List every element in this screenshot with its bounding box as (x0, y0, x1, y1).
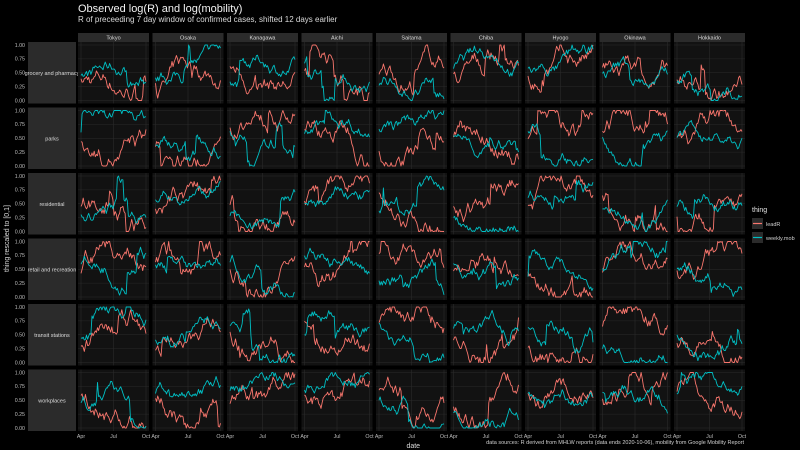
facet-strip-label: workplaces (37, 398, 66, 404)
y-tick-label: 1.00 (15, 370, 25, 376)
facet-strip-label: Hokkaido (698, 36, 721, 42)
facet-strip-label: retail and recreation (28, 267, 77, 273)
y-tick-label: 1.00 (15, 239, 25, 245)
y-tick-label: 0.75 (15, 57, 25, 63)
y-tick-label: 0.50 (15, 71, 25, 77)
y-tick-label: 0.75 (15, 384, 25, 390)
y-tick-label: 0.75 (15, 122, 25, 128)
y-tick-label: 0.75 (15, 188, 25, 194)
x-tick-label: Oct (440, 434, 449, 440)
facet-plot: Tokyo Osaka Kanagawa Aichi Saitama Chiba Hyogo… (4, 33, 795, 450)
y-tick-label: 0.25 (15, 281, 25, 287)
facet-strip-label: Kanagawa (250, 36, 277, 42)
x-tick-label: Apr (226, 434, 234, 440)
x-tick-label: Oct (365, 434, 374, 440)
facet-strip-label: parks (45, 136, 59, 142)
x-tick-label: Apr (449, 434, 457, 440)
y-tick-label: 1.00 (15, 174, 25, 180)
y-tick-label: 0.75 (15, 319, 25, 325)
legend-label: leadR (766, 222, 780, 228)
facet-strip-label: Okinawa (624, 36, 646, 42)
facet-strip-label: residential (39, 202, 64, 208)
legend-label: weekly.mob (765, 236, 795, 242)
chart-caption: data sources: R derived from MHLW report… (486, 440, 744, 446)
x-axis-title: date (406, 443, 420, 450)
y-tick-label: 0.25 (15, 412, 25, 418)
y-tick-label: 0.00 (15, 426, 25, 432)
x-tick-label: Jul (334, 434, 341, 440)
y-tick-label: 0.25 (15, 84, 25, 90)
x-tick-label: Jul (110, 434, 117, 440)
legend-title: thing (752, 207, 767, 214)
y-tick-label: 0.00 (15, 360, 25, 366)
y-tick-label: 0.50 (15, 136, 25, 142)
y-tick-label: 0.25 (15, 346, 25, 352)
y-tick-label: 0.25 (15, 215, 25, 221)
x-tick-label: Oct (142, 434, 151, 440)
facet-strip-label: Chiba (479, 36, 494, 42)
facet-strip-label: grocery and pharmacy (25, 71, 80, 77)
x-tick-label: Oct (291, 434, 300, 440)
facet-strip-label: Aichi (331, 36, 343, 42)
y-tick-label: 0.00 (15, 164, 25, 170)
y-axis-title: thing rescaled to [0,1] (4, 205, 11, 272)
facet-strip-label: transit stations (34, 333, 70, 339)
facet-strip-label: Osaka (180, 36, 197, 42)
y-tick-label: 1.00 (15, 305, 25, 311)
y-tick-label: 0.00 (15, 295, 25, 301)
x-tick-label: Apr (77, 434, 85, 440)
y-tick-label: 0.00 (15, 98, 25, 104)
facet-strip-label: Saitama (401, 36, 422, 42)
x-tick-label: Apr (151, 434, 159, 440)
y-tick-label: 0.75 (15, 253, 25, 259)
y-tick-label: 0.25 (15, 150, 25, 156)
y-tick-label: 0.50 (15, 202, 25, 208)
x-tick-label: Jul (185, 434, 192, 440)
x-tick-label: Apr (375, 434, 383, 440)
x-tick-label: Oct (216, 434, 225, 440)
x-tick-label: Jul (408, 434, 415, 440)
y-tick-label: 0.50 (15, 333, 25, 339)
x-tick-label: Jul (259, 434, 266, 440)
x-tick-label: Apr (300, 434, 308, 440)
y-tick-label: 0.50 (15, 398, 25, 404)
y-tick-label: 1.00 (15, 43, 25, 49)
facet-strip-label: Tokyo (106, 36, 120, 42)
y-tick-label: 1.00 (15, 108, 25, 114)
y-tick-label: 0.00 (15, 229, 25, 235)
y-tick-label: 0.50 (15, 267, 25, 273)
facet-strip-label: Hyogo (553, 36, 569, 42)
